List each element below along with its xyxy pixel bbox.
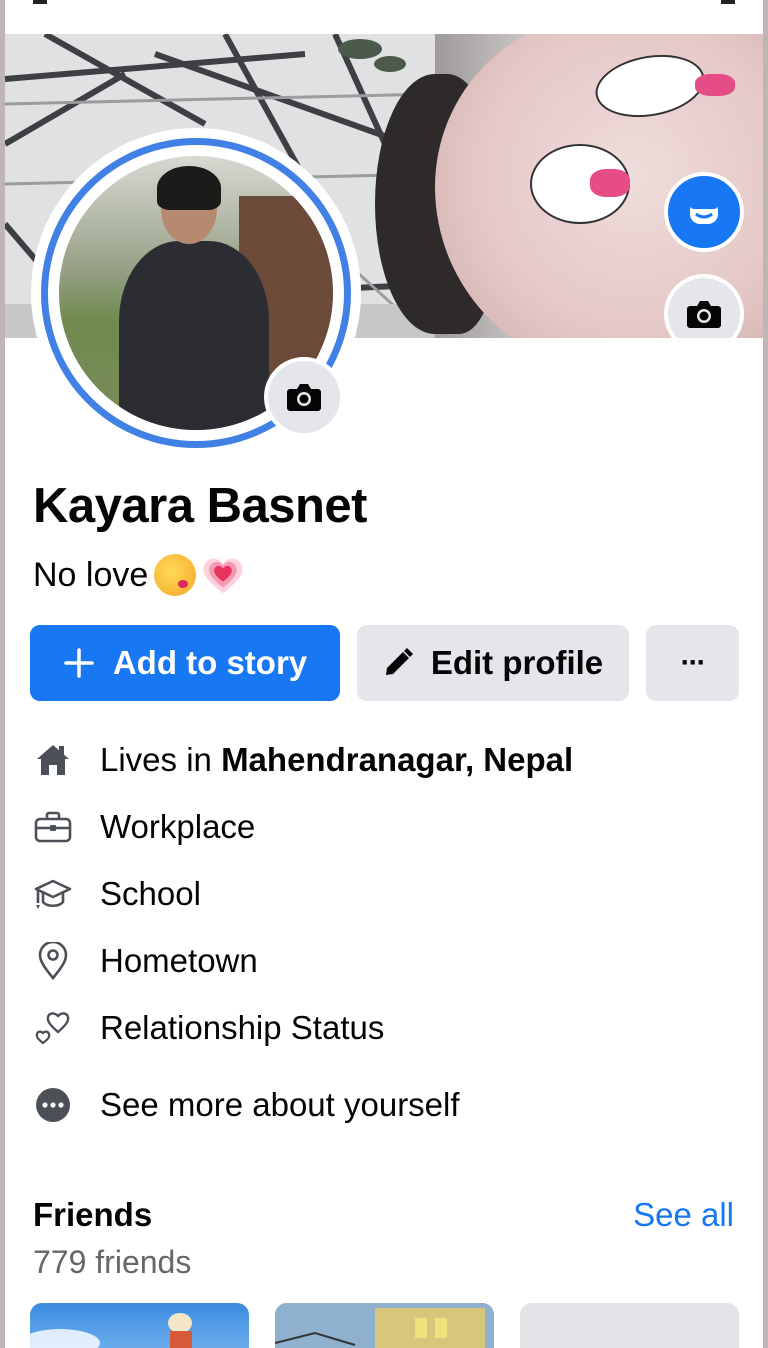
camera-icon (287, 384, 321, 411)
friend-thumbnail[interactable] (275, 1303, 494, 1348)
detail-workplace[interactable]: Workplace (33, 802, 255, 852)
edit-profile-picture-camera-button[interactable] (264, 357, 344, 437)
pencil-icon (385, 648, 413, 675)
add-to-story-button[interactable]: Add to story (30, 625, 340, 701)
graduation-cap-icon (33, 874, 73, 914)
profile-name: Kayara Basnet (33, 479, 367, 533)
relationship-status-label: Relationship Status (100, 1009, 385, 1046)
location-pin-icon (33, 941, 73, 981)
friend-thumbnail[interactable] (30, 1303, 249, 1348)
profile-actions: Add to story Edit profile ··· (30, 625, 739, 701)
edit-profile-button[interactable]: Edit profile (357, 625, 629, 701)
school-label: School (100, 875, 201, 912)
detail-hometown[interactable]: Hometown (33, 936, 258, 986)
profile-screen: Kayara Basnet No love Add to story Edit … (5, 0, 763, 1348)
friends-section-title: Friends (33, 1196, 153, 1233)
more-dots-icon: ··· (680, 646, 707, 679)
lives-in-prefix: Lives in (100, 741, 222, 778)
kitty-bow-top-icon (695, 74, 735, 96)
profile-bio: No love (33, 554, 244, 596)
avatar-creator-button[interactable] (664, 172, 744, 252)
kitty-bow-icon (590, 169, 630, 197)
lives-in-value: Mahendranagar, Nepal (221, 741, 574, 778)
see-all-friends-link[interactable]: See all (633, 1196, 734, 1234)
friends-count: 779 friends (33, 1244, 192, 1280)
hearts-icon (33, 1008, 73, 1048)
briefcase-icon (33, 807, 73, 847)
friend-thumbnail[interactable] (520, 1303, 739, 1348)
top-app-bar (5, 0, 763, 34)
detail-school[interactable]: School (33, 869, 201, 919)
detail-lives-in[interactable]: Lives in Mahendranagar, Nepal (33, 735, 573, 785)
see-more-label: See more about yourself (100, 1086, 460, 1123)
growing-heart-emoji (202, 554, 244, 596)
plus-icon (64, 648, 94, 678)
workplace-label: Workplace (100, 808, 256, 845)
edit-profile-label: Edit profile (430, 644, 604, 681)
camera-icon (687, 301, 721, 328)
photo-person-hair (157, 166, 221, 210)
avatar-face-icon (690, 200, 718, 224)
more-options-button[interactable]: ··· (646, 625, 739, 701)
add-to-story-label: Add to story (112, 644, 308, 681)
detail-see-more[interactable]: See more about yourself (33, 1080, 460, 1130)
photo-person-body (119, 241, 269, 430)
more-dots-icon (33, 1085, 73, 1125)
back-arrow-icon[interactable] (33, 0, 47, 4)
bio-text: No love (33, 555, 149, 594)
face-blowing-kiss-emoji (154, 554, 197, 596)
hometown-label: Hometown (100, 942, 258, 979)
house-icon (33, 740, 73, 780)
detail-relationship-status[interactable]: Relationship Status (33, 1003, 384, 1053)
search-icon[interactable] (721, 0, 735, 4)
